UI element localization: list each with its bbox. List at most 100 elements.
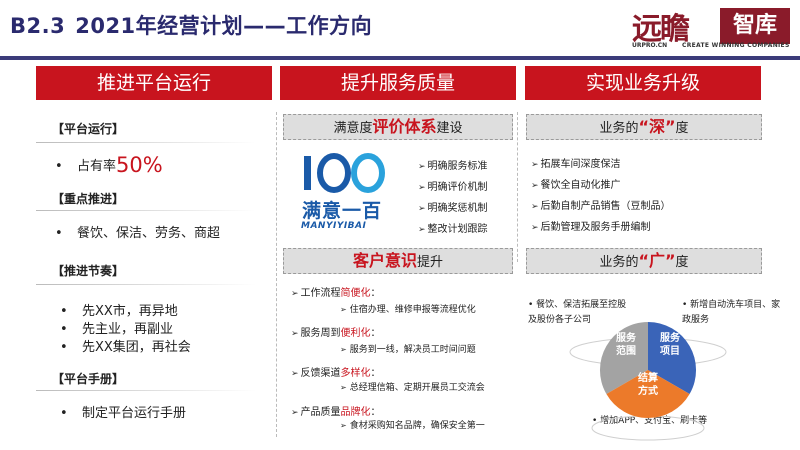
sub-text: 住宿办理、维修申报等流程优化	[349, 305, 476, 315]
label-focus: 【重点推进】	[52, 192, 125, 206]
divider-fade	[36, 284, 256, 285]
item-text: 反馈渠道	[300, 368, 341, 379]
rhythm-text: 先XX市，再异地	[82, 304, 178, 319]
label-text: 服务 项目	[660, 333, 680, 357]
item-highlight: 便利化	[340, 328, 371, 339]
section-bar-evaluation: 满意度评价体系建设	[283, 114, 513, 140]
bar-text: 建设	[436, 121, 463, 136]
arrow-icon: ➢	[291, 369, 299, 379]
rhythm-text: 先主业，再副业	[82, 322, 174, 337]
standard-text: 整改计划跟踪	[427, 224, 488, 235]
standard-text: 明确服务标准	[427, 161, 488, 172]
bullet: •	[60, 322, 68, 337]
column-header-upgrade: 实现业务升级	[525, 66, 761, 100]
sub-text: 服务到一线，解决员工时间问题	[349, 345, 476, 355]
depth-text: 拓展车间深度保洁	[540, 159, 621, 170]
arrow-icon: ➢	[531, 181, 539, 191]
bullet: •	[55, 226, 63, 241]
item-colon: ：	[370, 407, 381, 418]
bullet: •	[60, 340, 68, 355]
workflow-item: ➢ 工作流程简便化：	[291, 284, 381, 299]
divider-1	[276, 112, 277, 437]
depth-item: ➢ 后勤管理及服务手册编制	[531, 218, 651, 233]
item-highlight: 多样化	[340, 368, 371, 379]
quality-sub: ➢ 食材采购知名品牌，确保安全第一	[340, 418, 485, 431]
label-manual: 【平台手册】	[52, 372, 125, 386]
quality-item: ➢ 产品质量品牌化：	[291, 403, 381, 418]
section-bar-breadth: 业务的“广”度	[526, 248, 762, 274]
depth-item: ➢ 餐饮全自动化推广	[531, 176, 621, 191]
bar-text: 提升	[417, 255, 444, 270]
arrow-icon: ➢	[418, 204, 426, 214]
item-text: 产品质量	[300, 407, 341, 418]
arrow-icon: ➢	[291, 408, 299, 418]
depth-item: ➢ 后勤自制产品销售（豆制品）	[531, 197, 671, 212]
item-colon: ：	[370, 328, 381, 339]
label-projects: 服务 项目	[652, 332, 688, 358]
column-header-service: 提升服务质量	[280, 66, 516, 100]
item-highlight: 简便化	[340, 288, 371, 299]
standard-item: ➢ 明确评价机制	[418, 178, 488, 193]
column-header-platform: 推进平台运行	[36, 66, 272, 100]
label-text: 结算 方式	[638, 373, 658, 397]
arrow-icon: ➢	[531, 160, 539, 170]
bar-text: 业务的	[599, 255, 639, 270]
feedback-sub: ➢ 总经理信箱、定期开展员工交流会	[340, 380, 485, 393]
focus-text: 餐饮、保洁、劳务、商超	[77, 226, 221, 241]
rhythm-item: • 先XX市，再异地	[60, 300, 178, 319]
manual-text: 制定平台运行手册	[82, 406, 187, 421]
standard-text: 明确奖惩机制	[427, 203, 488, 214]
logo-tagline: CREATE WINNING COMPANIES	[682, 42, 790, 49]
section-bar-customer: 客户意识提升	[283, 248, 513, 274]
standard-item: ➢ 整改计划跟踪	[418, 220, 488, 235]
arrow-icon: ➢	[531, 202, 539, 212]
arrow-icon: ➢	[418, 225, 426, 235]
item-colon: ：	[370, 368, 381, 379]
logo-name: 满意一百	[302, 200, 383, 222]
title-text: 2021年经营计划——工作方向	[75, 14, 373, 38]
bar-text: 度	[675, 255, 689, 270]
arrow-icon: ➢	[340, 421, 347, 430]
logo-box: 智库	[720, 8, 790, 44]
bar-highlight: 评价体系	[372, 117, 437, 136]
label-text: 服务 范围	[616, 333, 636, 357]
feedback-item: ➢ 反馈渠道多样化：	[291, 364, 381, 379]
bullet: •	[55, 159, 63, 174]
bar-text: 满意度	[333, 121, 373, 136]
arrow-icon: ➢	[291, 289, 299, 299]
logo-url: URPRO.CN	[632, 42, 668, 49]
arrow-icon: ➢	[291, 329, 299, 339]
page-title: B2.3 2021年经营计划——工作方向	[10, 10, 372, 40]
bar-highlight: 客户意识	[352, 251, 417, 270]
standard-item: ➢ 明确服务标准	[418, 157, 488, 172]
item-share: • 占有率50%	[55, 153, 163, 177]
item-text: 服务周到	[300, 328, 341, 339]
divider-fade	[36, 390, 256, 391]
rhythm-item: • 先主业，再副业	[60, 318, 173, 337]
depth-item: ➢ 拓展车间深度保洁	[531, 155, 621, 170]
depth-text: 后勤管理及服务手册编制	[540, 222, 651, 233]
standard-item: ➢ 明确奖惩机制	[418, 199, 488, 214]
item-colon: ：	[370, 288, 381, 299]
divider-fade	[36, 142, 256, 143]
rhythm-item: • 先XX集团，再社会	[60, 336, 191, 355]
workflow-sub: ➢ 住宿办理、维修申报等流程优化	[340, 302, 476, 315]
logo-pinyin: MANYIYIBAI	[301, 221, 367, 231]
arrow-icon: ➢	[531, 223, 539, 233]
bullet: •	[60, 406, 68, 421]
sub-text: 食材采购知名品牌，确保安全第一	[349, 421, 485, 431]
section-bar-depth: 业务的“深”度	[526, 114, 762, 140]
label-scope: 服务 范围	[608, 332, 644, 358]
ring-line	[591, 415, 705, 441]
depth-text: 餐饮全自动化推广	[540, 180, 621, 191]
arrow-icon: ➢	[418, 183, 426, 193]
arrow-icon: ➢	[340, 305, 347, 314]
item-manual: • 制定平台运行手册	[60, 402, 186, 421]
rhythm-text: 先XX集团，再社会	[82, 340, 191, 355]
section-code: B2.3	[10, 14, 66, 38]
bullet: •	[60, 304, 68, 319]
service-sub: ➢ 服务到一线，解决员工时间问题	[340, 342, 476, 355]
service-item: ➢ 服务周到便利化：	[291, 324, 381, 339]
item-focus: • 餐饮、保洁、劳务、商超	[55, 222, 220, 241]
bar-text: 度	[675, 121, 689, 136]
